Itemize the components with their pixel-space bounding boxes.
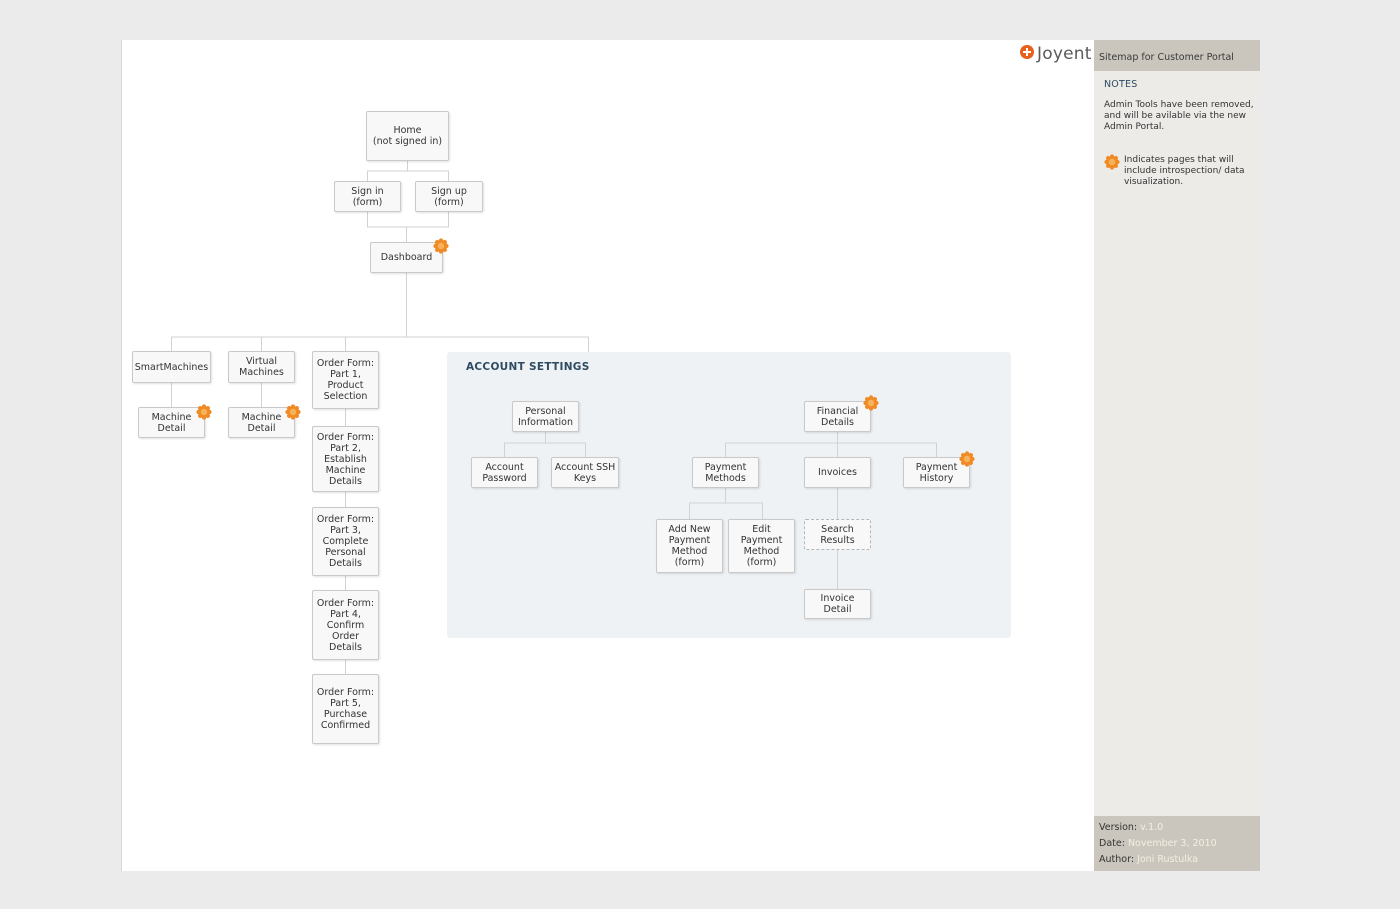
node-label: Sign in (form) (351, 185, 384, 208)
node-financial-details: Financial Details (804, 401, 871, 432)
node-label: SmartMachines (134, 361, 209, 373)
node-label: Order Form: Part 4, Confirm Order Detail… (316, 597, 375, 653)
node-label: Order Form: Part 2, Establish Machine De… (316, 431, 375, 487)
node-label: Personal Information (518, 405, 573, 428)
node-label: Invoices (818, 467, 857, 478)
connector-payment-children (689, 488, 726, 519)
data-viz-icon (863, 395, 879, 411)
node-label: Edit Payment Method (form) (740, 524, 783, 568)
node-label: Invoice Detail (820, 593, 855, 615)
node-sign-in: Sign in (form) (334, 181, 401, 212)
node-invoice-detail: Invoice Detail (804, 589, 871, 619)
node-label: Order Form: Part 3, Complete Personal De… (316, 514, 375, 569)
connector-signup-dashboard (406, 212, 449, 228)
node-payment-methods: Payment Methods (692, 457, 759, 488)
node-machine-detail-smart: Machine Detail (138, 407, 205, 438)
node-label: Payment Methods (704, 461, 747, 484)
node-search-results: Search Results (804, 519, 871, 550)
node-label: Order Form: Part 1, Product Selection (316, 358, 375, 402)
connector-payment-edit (725, 502, 763, 519)
node-smartmachines: SmartMachines (132, 351, 211, 383)
node-invoices: Invoices (804, 457, 871, 488)
data-viz-icon (285, 404, 301, 420)
connector-lines (171, 161, 937, 674)
node-label: Machine Detail (151, 411, 192, 434)
connector-signin-dashboard (367, 212, 407, 242)
node-order-form-2: Order Form: Part 2, Establish Machine De… (312, 426, 379, 492)
node-order-form-1: Order Form: Part 1, Product Selection (312, 351, 379, 409)
node-add-payment-method: Add New Payment Method (form) (656, 519, 723, 573)
node-label: Account Password (482, 461, 527, 484)
data-viz-icon (959, 451, 975, 467)
connector-home-signin (367, 161, 408, 181)
node-label: Payment History (915, 461, 958, 484)
connector-personal-ssh (545, 442, 586, 457)
node-label: Account SSH Keys (554, 461, 616, 484)
node-home: Home (not signed in) (366, 111, 449, 161)
node-label: Add New Payment Method (form) (668, 524, 711, 568)
node-label: Order Form: Part 5, Purchase Confirmed (316, 687, 375, 731)
node-account-password: Account Password (471, 457, 538, 488)
node-virtual-machines: Virtual Machines (228, 351, 295, 383)
node-label: Home (not signed in) (372, 125, 443, 147)
data-viz-icon (196, 404, 212, 420)
node-account-ssh-keys: Account SSH Keys (551, 457, 619, 488)
connector-personal-children (504, 432, 546, 457)
node-order-form-3: Order Form: Part 3, Complete Personal De… (312, 507, 379, 576)
connector-financial-history (837, 442, 937, 457)
connector-financial-children (725, 432, 838, 457)
node-personal-information: Personal Information (512, 401, 579, 432)
node-label: Sign up (form) (431, 185, 467, 208)
data-viz-icon (433, 238, 449, 254)
node-label: Virtual Machines (239, 356, 284, 378)
node-label: Dashboard (380, 252, 433, 263)
node-label: Machine Detail (241, 411, 282, 434)
node-sign-up: Sign up (form) (415, 181, 483, 212)
connector-home-signup (407, 170, 449, 181)
node-edit-payment-method: Edit Payment Method (form) (728, 519, 795, 573)
node-label: Financial Details (816, 405, 859, 428)
node-order-form-5: Order Form: Part 5, Purchase Confirmed (312, 674, 379, 744)
node-label: Search Results (820, 523, 855, 546)
node-order-form-4: Order Form: Part 4, Confirm Order Detail… (312, 590, 379, 660)
